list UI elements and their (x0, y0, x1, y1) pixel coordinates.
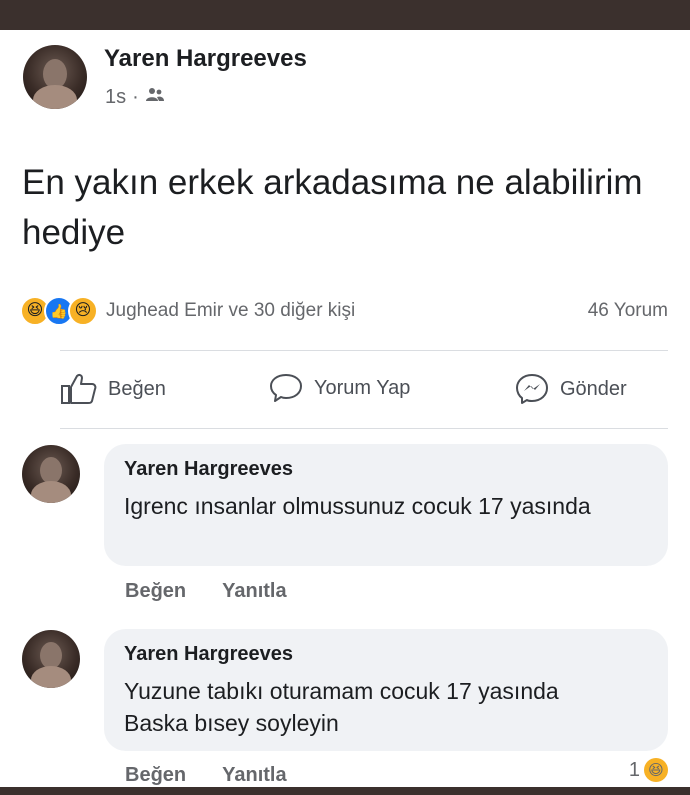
comment-label: Yorum Yap (314, 376, 411, 399)
comment-author-name[interactable]: Yaren Hargreeves (124, 643, 293, 666)
divider (60, 428, 668, 429)
comment-like-button[interactable]: Beğen (125, 580, 186, 603)
comment-bubble: Yaren Hargreeves Igrenc ınsanlar olmussu… (104, 444, 668, 566)
meta-separator: · (132, 86, 139, 108)
friends-icon (145, 86, 165, 109)
comment-text: Yuzune tabıkı oturamam cocuk 17 yasında … (124, 678, 559, 736)
reaction-count-number: 1 (628, 758, 640, 781)
post-author-name[interactable]: Yaren Hargreeves (104, 45, 307, 73)
post-text: En yakın erkek arkadasıma ne alabilirim … (22, 163, 643, 252)
post-time[interactable]: 1s (105, 86, 126, 109)
comment-actions: Beğen Yanıtla (125, 764, 287, 787)
comment-author-avatar[interactable] (22, 445, 80, 503)
send-label: Gönder (560, 377, 627, 400)
comment-reaction-count[interactable]: 1 😆 (629, 758, 668, 782)
divider (60, 350, 668, 351)
haha-icon: 😆 (644, 758, 668, 782)
reactions-text[interactable]: Jughead Emir ve 30 diğer kişi (106, 300, 355, 322)
thumbs-up-icon (60, 372, 98, 406)
sad-icon: 😢 (68, 296, 98, 326)
comment-count[interactable]: 46 Yorum (588, 300, 668, 322)
post-meta: 1s · (105, 86, 165, 109)
comment-actions: Beğen Yanıtla (125, 580, 287, 603)
top-frame-bar (0, 0, 690, 30)
comment-text: Igrenc ınsanlar olmussunuz cocuk 17 yası… (124, 493, 591, 519)
messenger-icon (514, 372, 550, 406)
comment-like-button[interactable]: Beğen (125, 764, 186, 787)
like-button[interactable]: Beğen (60, 372, 166, 406)
send-button[interactable]: Gönder (514, 372, 627, 406)
comment-author-avatar[interactable] (22, 630, 80, 688)
comment-author-name[interactable]: Yaren Hargreeves (124, 458, 293, 481)
comment-reply-button[interactable]: Yanıtla (222, 580, 286, 603)
comment-button[interactable]: Yorum Yap (268, 372, 410, 404)
like-label: Beğen (108, 377, 166, 400)
comment-bubble: Yaren Hargreeves Yuzune tabıkı oturamam … (104, 629, 668, 751)
comment-reply-button[interactable]: Yanıtla (222, 764, 286, 787)
comment-bubble-icon (268, 372, 304, 404)
bottom-frame-bar (0, 787, 690, 795)
post-author-avatar[interactable] (23, 45, 87, 109)
reactions-summary[interactable]: 😆 👍 😢 Jughead Emir ve 30 diğer kişi (20, 296, 355, 326)
